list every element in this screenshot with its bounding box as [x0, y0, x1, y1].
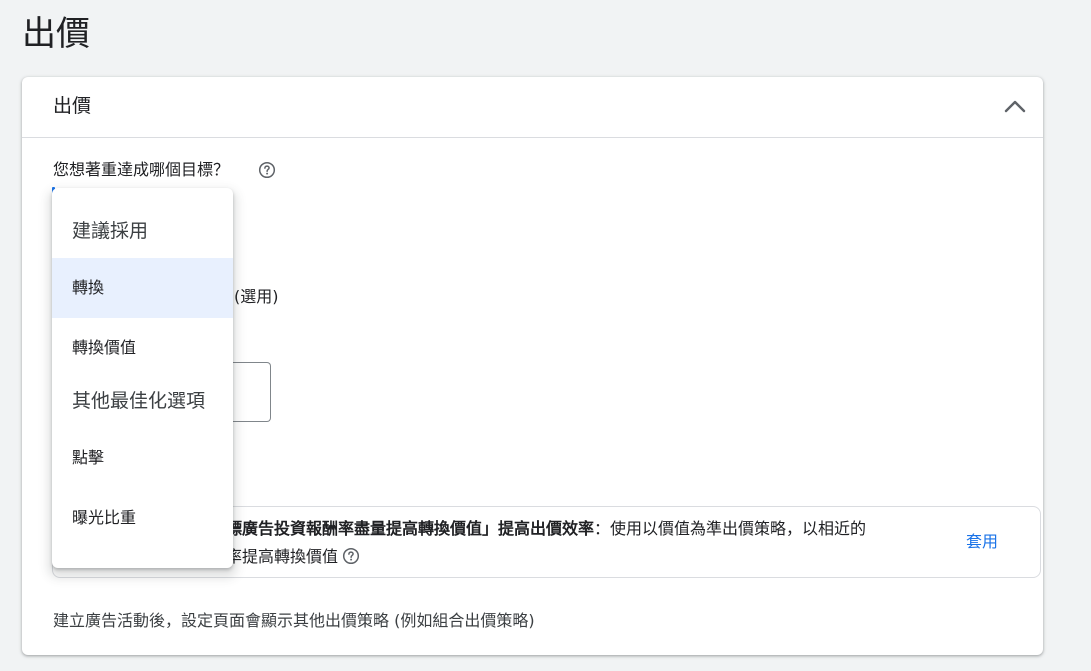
menu-item-conversion-value[interactable]: 轉換價值: [52, 318, 233, 378]
recommendation-rest: ：使用以價值為準出價策略，以相近的: [594, 519, 867, 538]
goal-question: 您想著重達成哪個目標？: [53, 160, 230, 179]
recommendation-text-line2: 率提高轉換價值: [226, 545, 360, 569]
menu-item-impression-share[interactable]: 曝光比重: [52, 488, 233, 548]
menu-item-conversions[interactable]: 轉換: [52, 258, 233, 318]
chevron-up-icon: [1004, 100, 1026, 113]
card-title: 出價: [53, 95, 92, 117]
help-circle-icon[interactable]: [258, 161, 276, 179]
page: 出價 出價 您想著重達成哪個目標？ (選用) 標廣告投資報酬率盡量提高轉換價值」…: [0, 0, 1091, 671]
recommendation-bold: 標廣告投資報酬率盡量提高轉換價值」提高出價效率: [226, 519, 595, 538]
footer-note: 建立廣告活動後，設定頁面會顯示其他出價策略 (例如組合出價策略): [53, 611, 535, 630]
recommendation-line2: 率提高轉換價值: [226, 547, 339, 566]
recommendation-text: 標廣告投資報酬率盡量提高轉換價值」提高出價效率：使用以價值為準出價策略，以相近的: [226, 517, 866, 541]
collapse-button[interactable]: [999, 91, 1031, 123]
apply-button[interactable]: 套用: [966, 531, 998, 553]
menu-item-clicks[interactable]: 點擊: [52, 428, 233, 488]
page-title: 出價: [22, 14, 90, 54]
help-circle-icon[interactable]: [342, 547, 360, 565]
card-header[interactable]: 出價: [22, 77, 1043, 138]
group-recommended: 建議採用: [72, 220, 149, 242]
group-other-options: 其他最佳化選項: [72, 390, 206, 412]
goal-dropdown-menu[interactable]: 建議採用 轉換 轉換價值 其他最佳化選項 點擊 曝光比重: [52, 188, 233, 568]
optional-label: (選用): [234, 287, 279, 306]
